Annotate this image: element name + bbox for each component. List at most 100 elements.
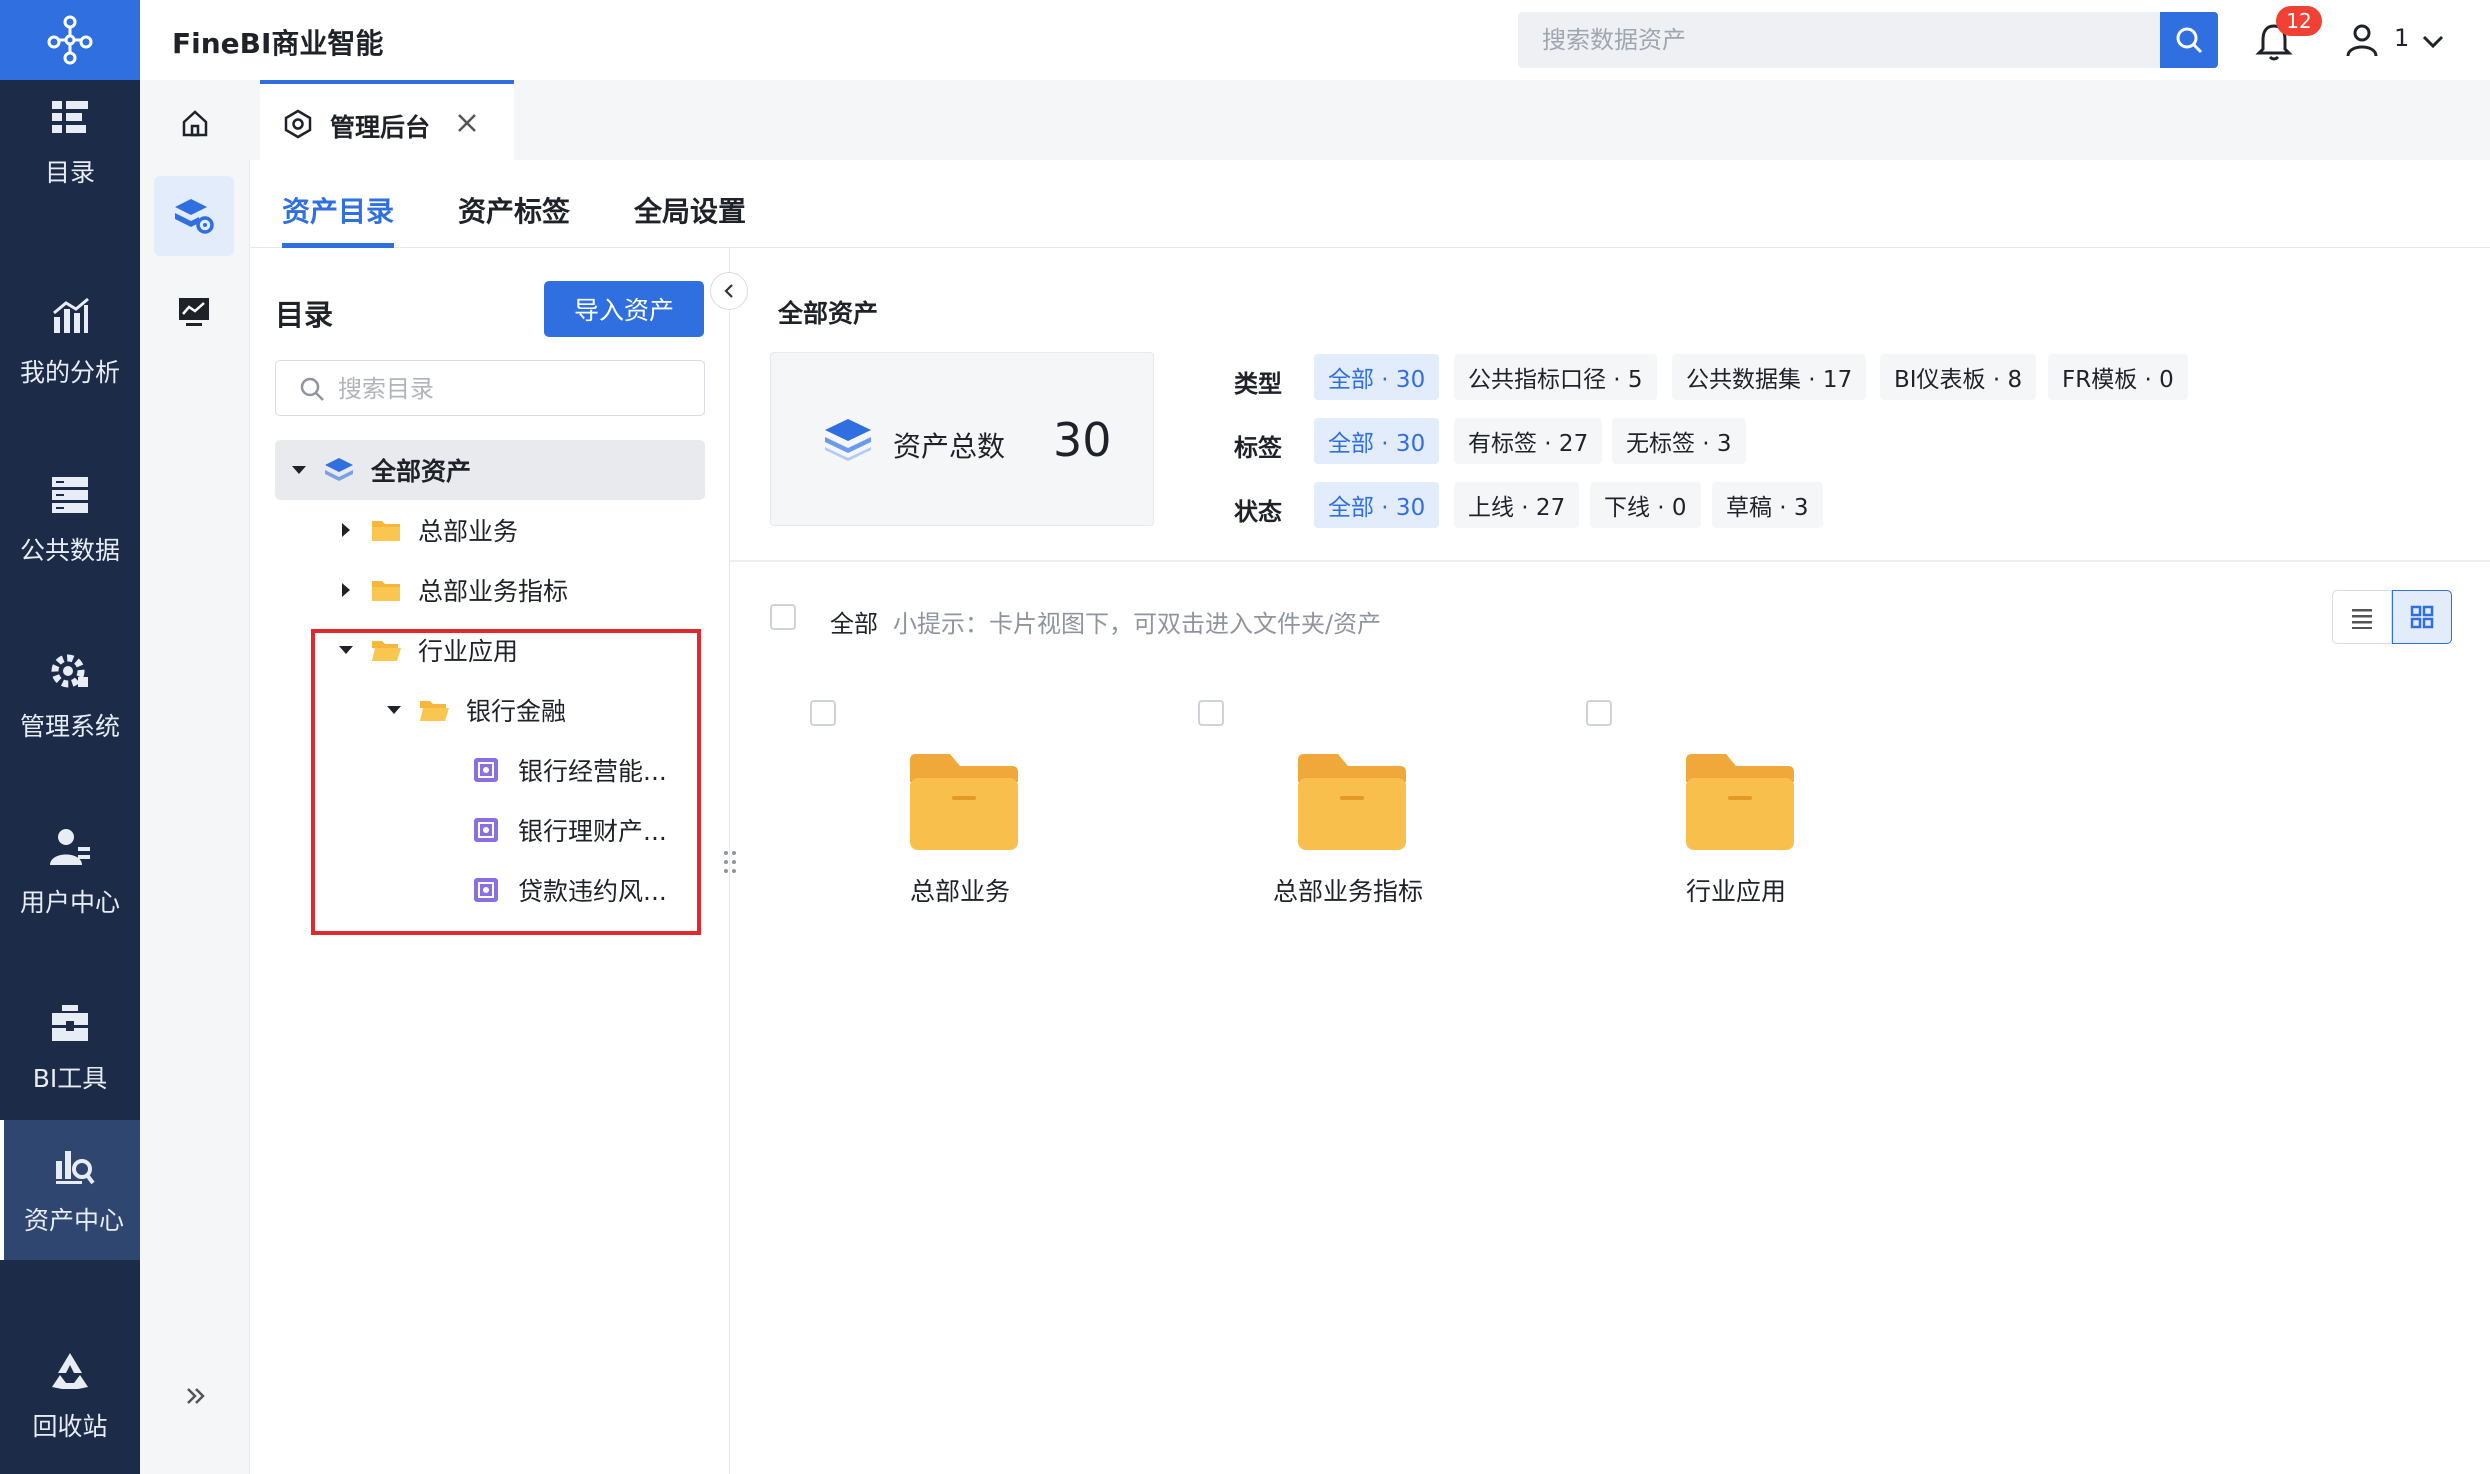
nav-label: 目录 xyxy=(44,158,95,187)
filter-chip-status-online[interactable]: 上线 · 27 xyxy=(1454,482,1580,528)
gear-icon xyxy=(51,654,88,688)
total-value: 30 xyxy=(1053,413,1112,467)
filter-label-tag: 标签 xyxy=(1234,434,1282,462)
section-divider xyxy=(730,560,2490,562)
filter-chip-type-dataset[interactable]: 公共数据集 · 17 xyxy=(1672,354,1867,400)
settings-hex-icon xyxy=(284,109,312,139)
tab-asset-tags[interactable]: 资产标签 xyxy=(458,190,570,230)
highlight-box xyxy=(311,629,701,935)
notification-badge: 12 xyxy=(2276,6,2322,36)
tab-admin[interactable]: 管理后台 xyxy=(260,80,514,160)
filter-label-type: 类型 xyxy=(1234,370,1282,398)
nav-label: 回收站 xyxy=(32,1412,108,1441)
search-input[interactable] xyxy=(1518,12,2158,68)
filter-chip-type-dashboard[interactable]: BI仪表板 · 8 xyxy=(1880,354,2037,400)
asset-card-hq-metrics[interactable]: 总部业务指标 xyxy=(1198,700,1498,940)
tree-label: 全部资产 xyxy=(371,457,472,486)
folder-icon xyxy=(1298,754,1406,850)
card-view-tip: 小提示：卡片视图下，可双击进入文件夹/资产 xyxy=(893,610,1382,638)
nav-item-recycle-bin[interactable]: 回收站 xyxy=(0,1326,140,1466)
nav-item-bi-tools[interactable]: BI工具 xyxy=(0,978,140,1118)
filter-chip-status-offline[interactable]: 下线 · 0 xyxy=(1590,482,1701,528)
caret-right-icon[interactable] xyxy=(334,578,358,602)
nav-item-asset-center[interactable]: 资产中心 xyxy=(0,1120,144,1260)
select-all-checkbox[interactable] xyxy=(770,604,796,630)
list-view-button[interactable] xyxy=(2332,590,2392,644)
grid-view-button[interactable] xyxy=(2392,590,2452,644)
filter-chip-type-all[interactable]: 全部 · 30 xyxy=(1314,354,1440,400)
user-avatar-icon[interactable] xyxy=(2344,22,2380,58)
nav-item-catalog[interactable]: 目录 xyxy=(0,72,140,212)
asset-layers-icon xyxy=(825,419,871,461)
directory-search-input[interactable] xyxy=(336,363,700,415)
sidebar-monitor[interactable] xyxy=(154,272,234,352)
tree-node-hq-business[interactable]: 总部业务 xyxy=(334,500,518,560)
nav-item-public-data[interactable]: 公共数据 xyxy=(0,450,140,590)
catalog-tabs xyxy=(250,160,2490,248)
nav-label: 公共数据 xyxy=(19,536,120,565)
filter-chip-status-draft[interactable]: 草稿 · 3 xyxy=(1712,482,1823,528)
caret-right-icon[interactable] xyxy=(334,518,358,542)
sidebar-asset-catalog[interactable] xyxy=(154,176,234,256)
directory-title: 目录 xyxy=(275,298,334,332)
tab-global-settings[interactable]: 全局设置 xyxy=(634,190,746,230)
resize-handle-icon[interactable] xyxy=(722,848,738,876)
search-icon xyxy=(2176,27,2203,54)
catalog-icon xyxy=(52,101,88,133)
filter-chip-tag-untagged[interactable]: 无标签 · 3 xyxy=(1612,418,1746,464)
close-icon[interactable] xyxy=(452,108,482,138)
chevron-down-icon[interactable] xyxy=(2420,28,2446,54)
tab-asset-catalog[interactable]: 资产目录 xyxy=(282,190,394,230)
filter-label-status: 状态 xyxy=(1234,498,1282,526)
nav-item-user-center[interactable]: 用户中心 xyxy=(0,802,140,942)
filter-chip-tag-all[interactable]: 全部 · 30 xyxy=(1314,418,1440,464)
collapse-panel-button[interactable] xyxy=(710,272,748,310)
app-logo[interactable] xyxy=(0,0,140,80)
nav-item-my-analysis[interactable]: 我的分析 xyxy=(0,272,140,412)
nav-label: 用户中心 xyxy=(19,888,120,917)
nav-item-management[interactable]: 管理系统 xyxy=(0,626,140,766)
asset-center-icon xyxy=(56,1151,95,1185)
list-icon xyxy=(2352,609,2372,629)
asset-card-industry[interactable]: 行业应用 xyxy=(1586,700,1886,940)
nav-label: BI工具 xyxy=(32,1064,108,1093)
card-label: 总部业务 xyxy=(909,877,1010,906)
search-button[interactable] xyxy=(2160,12,2218,68)
double-chevron-right-icon xyxy=(187,1388,205,1404)
tree-node-all-assets[interactable]: 全部资产 xyxy=(275,440,705,500)
main-title: 全部资产 xyxy=(778,299,879,328)
import-asset-button[interactable]: 导入资产 xyxy=(544,281,704,337)
filter-chip-tag-tagged[interactable]: 有标签 · 27 xyxy=(1454,418,1603,464)
card-checkbox[interactable] xyxy=(1586,700,1612,726)
asset-card-hq-business[interactable]: 总部业务 xyxy=(810,700,1110,940)
tree-label: 总部业务指标 xyxy=(418,577,569,606)
asset-total-card: 资产总数 30 xyxy=(770,352,1154,526)
folder-icon xyxy=(372,581,400,601)
filter-chip-status-all[interactable]: 全部 · 30 xyxy=(1314,482,1440,528)
nav-label: 我的分析 xyxy=(19,358,120,387)
user-name[interactable]: 1 xyxy=(2394,24,2409,52)
caret-down-icon[interactable] xyxy=(287,458,311,482)
tree-node-hq-metrics[interactable]: 总部业务指标 xyxy=(334,560,568,620)
user-icon xyxy=(50,829,90,865)
expand-sidebar-button[interactable] xyxy=(176,1376,216,1416)
asset-layers-icon xyxy=(175,199,214,234)
toolbox-icon xyxy=(52,1005,88,1041)
grid-icon xyxy=(2410,605,2434,629)
filter-chip-type-fr[interactable]: FR模板 · 0 xyxy=(2048,354,2188,400)
folder-icon xyxy=(910,754,1018,850)
recycle-icon xyxy=(52,1353,88,1389)
card-checkbox[interactable] xyxy=(810,700,836,726)
search-icon xyxy=(300,377,324,401)
chevron-left-icon xyxy=(724,284,733,298)
logo-icon xyxy=(47,15,93,65)
analysis-icon xyxy=(53,297,89,333)
folder-icon xyxy=(372,521,400,541)
database-icon xyxy=(52,477,88,513)
nav-label: 管理系统 xyxy=(19,712,120,741)
card-checkbox[interactable] xyxy=(1198,700,1224,726)
filter-chip-type-metric[interactable]: 公共指标口径 · 5 xyxy=(1454,354,1657,400)
home-icon xyxy=(182,110,208,137)
home-tab[interactable] xyxy=(164,98,226,148)
nav-label: 资产中心 xyxy=(23,1206,124,1235)
